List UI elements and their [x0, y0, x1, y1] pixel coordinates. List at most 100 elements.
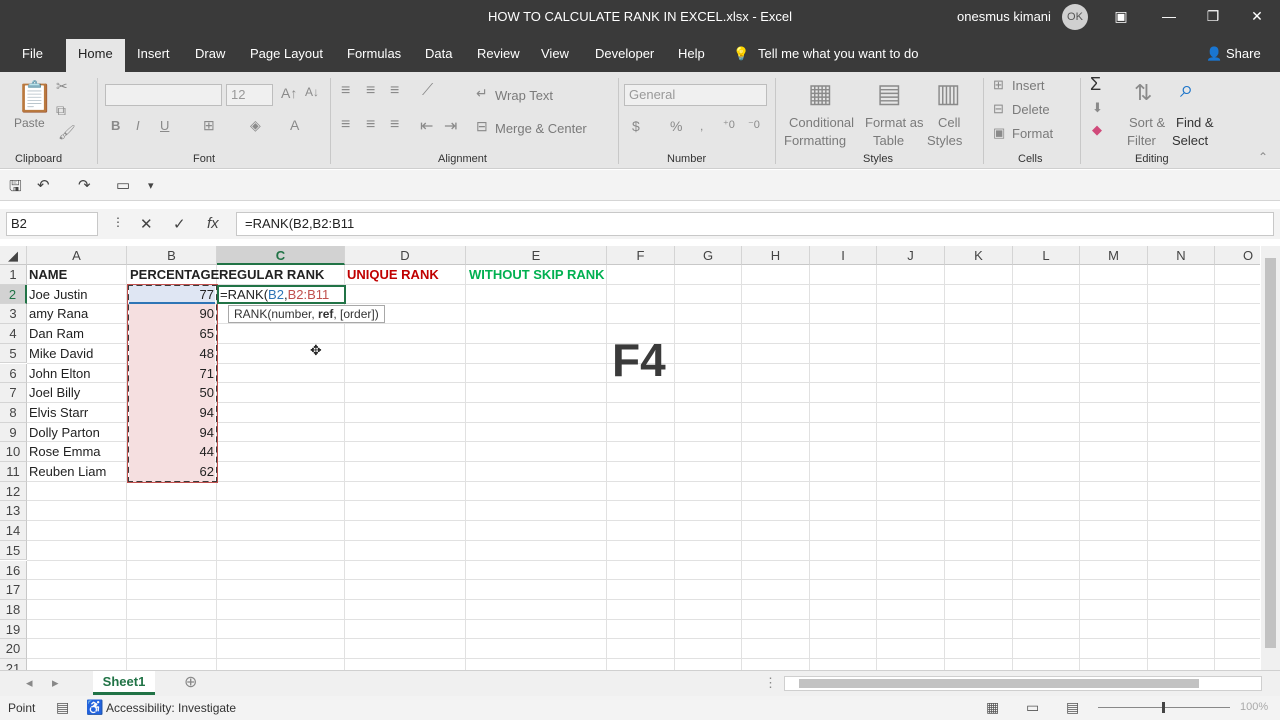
insert-cells-icon[interactable]: ⊞ — [993, 77, 1004, 93]
underline-button[interactable]: U — [160, 118, 169, 133]
column-header[interactable]: M — [1080, 246, 1148, 265]
right-align-icon[interactable]: ≡ — [390, 116, 399, 134]
column-header[interactable]: D — [345, 246, 466, 265]
sheet-tab-sheet1[interactable]: Sheet1 — [93, 671, 155, 695]
percentage-cell[interactable]: 90 — [129, 304, 215, 323]
increase-font-icon[interactable]: A↑ — [281, 85, 297, 101]
percentage-cell[interactable]: 62 — [129, 462, 215, 481]
column-header[interactable]: A — [27, 246, 127, 265]
close-button[interactable]: ✕ — [1234, 0, 1280, 34]
wrap-text-button[interactable]: Wrap Text — [495, 88, 553, 103]
normal-view-icon[interactable]: ▦ — [986, 699, 999, 716]
merge-icon[interactable]: ⊟ — [476, 118, 488, 135]
save-icon[interactable]: 🖫 — [9, 176, 22, 201]
name-cell[interactable]: Rose Emma — [29, 442, 101, 461]
find-select-label2[interactable]: Select — [1172, 133, 1208, 148]
ribbon-display-icon[interactable]: ▣ — [1098, 0, 1144, 34]
row-header[interactable]: 14 — [0, 521, 27, 541]
column-header[interactable]: J — [877, 246, 945, 265]
left-align-icon[interactable]: ≡ — [341, 116, 350, 134]
format-as-table-label[interactable]: Format as — [865, 115, 924, 130]
redo-icon[interactable]: ↷ — [78, 176, 91, 194]
comma-style-icon[interactable]: , — [700, 119, 703, 133]
paste-label[interactable]: Paste — [14, 116, 45, 130]
tab-file[interactable]: File — [22, 46, 43, 61]
zoom-slider-thumb[interactable] — [1162, 702, 1165, 713]
accessibility-status[interactable]: Accessibility: Investigate — [106, 701, 236, 715]
tell-me-search[interactable]: Tell me what you want to do — [758, 46, 918, 61]
user-name[interactable]: onesmus kimani — [957, 9, 1051, 24]
cell-styles-label[interactable]: Cell — [938, 115, 960, 130]
name-cell[interactable]: Elvis Starr — [29, 403, 88, 422]
column-header[interactable]: B — [127, 246, 217, 265]
percentage-cell[interactable]: 71 — [129, 364, 215, 383]
row-header[interactable]: 3 — [0, 304, 27, 325]
next-sheet-icon[interactable]: ▸ — [52, 675, 59, 691]
sort-filter-label2[interactable]: Filter — [1127, 133, 1156, 148]
orientation-icon[interactable]: ⟋ — [422, 82, 433, 100]
tab-review[interactable]: Review — [477, 46, 520, 61]
page-break-view-icon[interactable]: ▤ — [1066, 699, 1079, 716]
column-header[interactable]: F — [607, 246, 675, 265]
active-cell-c2[interactable]: =RANK(B2,B2:B11 — [217, 284, 346, 305]
cell-styles-icon[interactable]: ▥ — [936, 78, 961, 109]
name-cell[interactable]: Dan Ram — [29, 324, 84, 343]
accessibility-icon[interactable]: ♿ — [86, 699, 103, 716]
autosum-icon[interactable]: Σ — [1090, 74, 1101, 95]
tab-page-layout[interactable]: Page Layout — [250, 46, 323, 61]
column-header[interactable]: E — [466, 246, 607, 265]
font-color-icon[interactable]: A — [290, 117, 299, 133]
currency-button[interactable]: $ — [632, 118, 640, 134]
name-cell[interactable]: Reuben Liam — [29, 462, 106, 481]
fill-icon[interactable]: ⬇ — [1092, 100, 1103, 116]
insert-cells-button[interactable]: Insert — [1012, 78, 1045, 93]
tab-home[interactable]: Home — [66, 39, 125, 72]
header-name[interactable]: NAME — [29, 265, 67, 284]
name-cell[interactable]: Joel Billy — [29, 383, 80, 402]
row-header[interactable]: 9 — [0, 422, 27, 443]
tab-insert[interactable]: Insert — [137, 46, 170, 61]
name-cell[interactable]: amy Rana — [29, 304, 88, 323]
find-select-label[interactable]: Find & — [1176, 115, 1214, 130]
row-header[interactable]: 2 — [0, 284, 27, 305]
avatar[interactable]: OK — [1062, 4, 1088, 30]
row-header[interactable]: 4 — [0, 324, 27, 344]
percentage-cell[interactable]: 77 — [129, 285, 215, 304]
collapse-ribbon-icon[interactable]: ⌃ — [1258, 150, 1268, 164]
row-header[interactable]: 16 — [0, 560, 27, 581]
conditional-formatting-icon[interactable]: ▦ — [808, 78, 833, 109]
form-icon[interactable]: ▭ — [116, 176, 130, 194]
row-header[interactable]: 17 — [0, 580, 27, 600]
new-sheet-button[interactable]: ⊕ — [184, 672, 197, 692]
insert-function-button[interactable]: fx — [207, 215, 219, 232]
border-icon[interactable]: ⊞ — [203, 117, 215, 134]
page-layout-view-icon[interactable]: ▭ — [1026, 699, 1039, 716]
header-unique-rank[interactable]: UNIQUE RANK — [347, 265, 439, 284]
top-align-icon[interactable]: ≡ — [341, 82, 350, 100]
row-header[interactable]: 21 — [0, 659, 27, 670]
row-header[interactable]: 7 — [0, 383, 27, 403]
format-cells-button[interactable]: Format — [1012, 126, 1053, 141]
vertical-scrollbar[interactable] — [1261, 246, 1280, 670]
select-all-corner[interactable]: ◢ — [0, 246, 27, 265]
column-header[interactable]: K — [945, 246, 1013, 265]
delete-cells-button[interactable]: Delete — [1012, 102, 1050, 117]
header-without-skip-rank[interactable]: WITHOUT SKIP RANK — [469, 265, 605, 284]
delete-cells-icon[interactable]: ⊟ — [993, 101, 1004, 117]
percentage-cell[interactable]: 94 — [129, 403, 215, 422]
format-cells-icon[interactable]: ▣ — [993, 125, 1005, 141]
bottom-align-icon[interactable]: ≡ — [390, 82, 399, 100]
cancel-entry-button[interactable]: ✕ — [140, 215, 153, 233]
merge-center-button[interactable]: Merge & Center — [495, 121, 587, 136]
decrease-indent-icon[interactable]: ⇤ — [420, 116, 433, 136]
conditional-formatting-label2[interactable]: Formatting — [784, 133, 846, 148]
middle-align-icon[interactable]: ≡ — [366, 82, 375, 100]
format-painter-icon[interactable]: 🖌 — [58, 124, 76, 141]
italic-button[interactable]: I — [136, 118, 140, 133]
column-header[interactable]: G — [675, 246, 742, 265]
find-select-icon[interactable]: ⌕ — [1180, 76, 1193, 104]
header-regular-rank[interactable]: REGULAR RANK — [219, 265, 324, 284]
share-button[interactable]: Share — [1226, 46, 1261, 61]
tab-data[interactable]: Data — [425, 46, 452, 61]
percentage-cell[interactable]: 65 — [129, 324, 215, 343]
